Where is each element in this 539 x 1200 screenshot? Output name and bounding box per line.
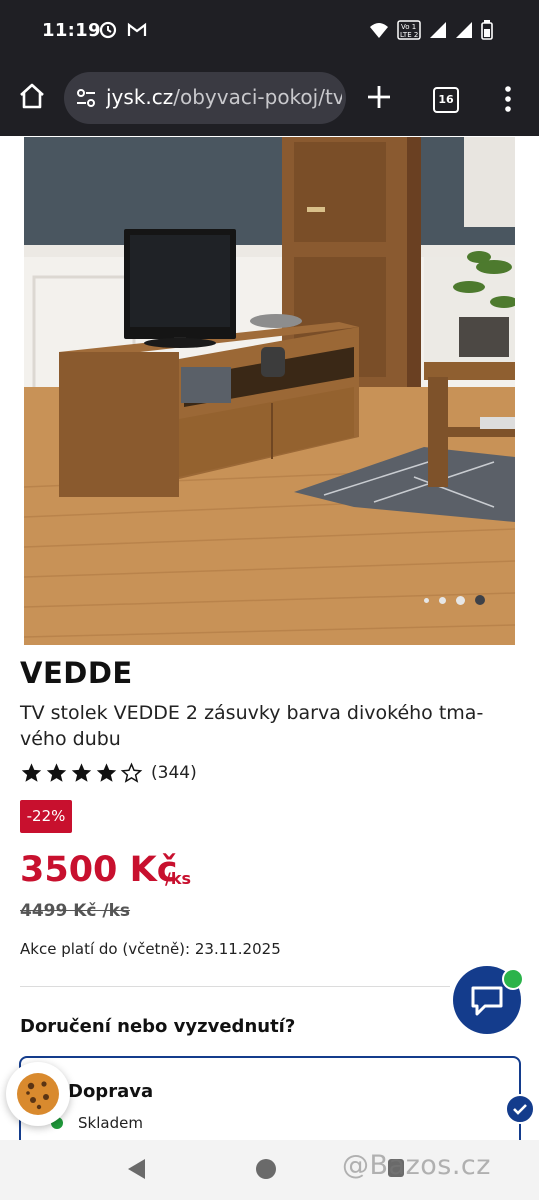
product-rating[interactable]: (344): [20, 762, 197, 784]
gallery-dots: [424, 595, 485, 605]
site-settings-icon[interactable]: [74, 86, 98, 110]
stock-status: Skladem: [78, 1114, 143, 1132]
status-time: 11:19: [42, 20, 101, 41]
product-name: TV stolek VEDDE 2 zásuvky barva divokého…: [20, 702, 484, 750]
divider: [20, 986, 450, 987]
browser-toolbar: jysk.cz/obyvaci-pokoj/tv 16: [0, 62, 539, 136]
gallery-dot[interactable]: [439, 596, 446, 604]
volte-icon: Vo 1LTE 2: [397, 20, 421, 40]
status-bar: 11:19 Vo 1 LTE 2: [0, 0, 539, 62]
cookie-icon: [17, 1073, 59, 1115]
review-count: (344): [151, 763, 197, 783]
star-filled-icon: [46, 763, 67, 782]
gmail-icon: [127, 22, 147, 36]
signal-icon: [430, 22, 446, 38]
tab-count: 16: [438, 93, 454, 106]
url-text: jysk.cz/obyvaci-pokoj/tv: [106, 85, 342, 109]
gallery-dot[interactable]: [456, 595, 465, 605]
back-icon[interactable]: [126, 1158, 146, 1180]
sync-icon: [99, 21, 117, 39]
gallery-dot-active[interactable]: [475, 595, 485, 605]
new-tab-icon[interactable]: [366, 84, 392, 110]
current-price: 3500 Kč: [20, 850, 178, 890]
price-unit: /ks: [165, 869, 192, 888]
product-brand: VEDDE: [20, 656, 133, 690]
promo-validity: Akce platí do (včetně): 23.11.2025: [20, 940, 281, 958]
svg-text:LTE 2: LTE 2: [400, 31, 418, 39]
home-icon[interactable]: [16, 80, 48, 112]
wifi-icon: [370, 23, 388, 38]
star-empty-icon: [120, 762, 143, 783]
star-filled-icon: [96, 763, 117, 782]
product-photo: [24, 137, 515, 645]
star-filled-icon: [21, 763, 42, 782]
old-price: 4499 Kč /ks: [20, 901, 131, 921]
tab-switcher-button[interactable]: 16: [433, 87, 459, 113]
product-image[interactable]: [24, 137, 515, 645]
more-menu-icon[interactable]: [500, 86, 516, 112]
url-path: /obyvaci-pokoj/tv: [173, 85, 342, 109]
signal-icon: [456, 22, 472, 38]
star-filled-icon: [71, 763, 92, 782]
delivery-title: Doručení nebo vyzvednutí?: [20, 1016, 296, 1037]
watermark: @Bazos.cz: [342, 1150, 491, 1181]
discount-badge: -22%: [20, 800, 72, 833]
url-host: jysk.cz: [106, 85, 174, 109]
gallery-dot[interactable]: [424, 597, 429, 603]
home-nav-icon[interactable]: [256, 1159, 276, 1179]
cookie-settings-button[interactable]: [6, 1062, 70, 1126]
delivery-option-label: Doprava: [68, 1081, 154, 1102]
online-status-dot: [502, 968, 524, 990]
selected-check: [505, 1094, 535, 1124]
svg-text:Vo 1: Vo 1: [401, 23, 416, 31]
url-bar[interactable]: jysk.cz/obyvaci-pokoj/tv: [64, 72, 346, 124]
checkmark-icon: [513, 1104, 527, 1115]
battery-icon: [481, 20, 493, 40]
